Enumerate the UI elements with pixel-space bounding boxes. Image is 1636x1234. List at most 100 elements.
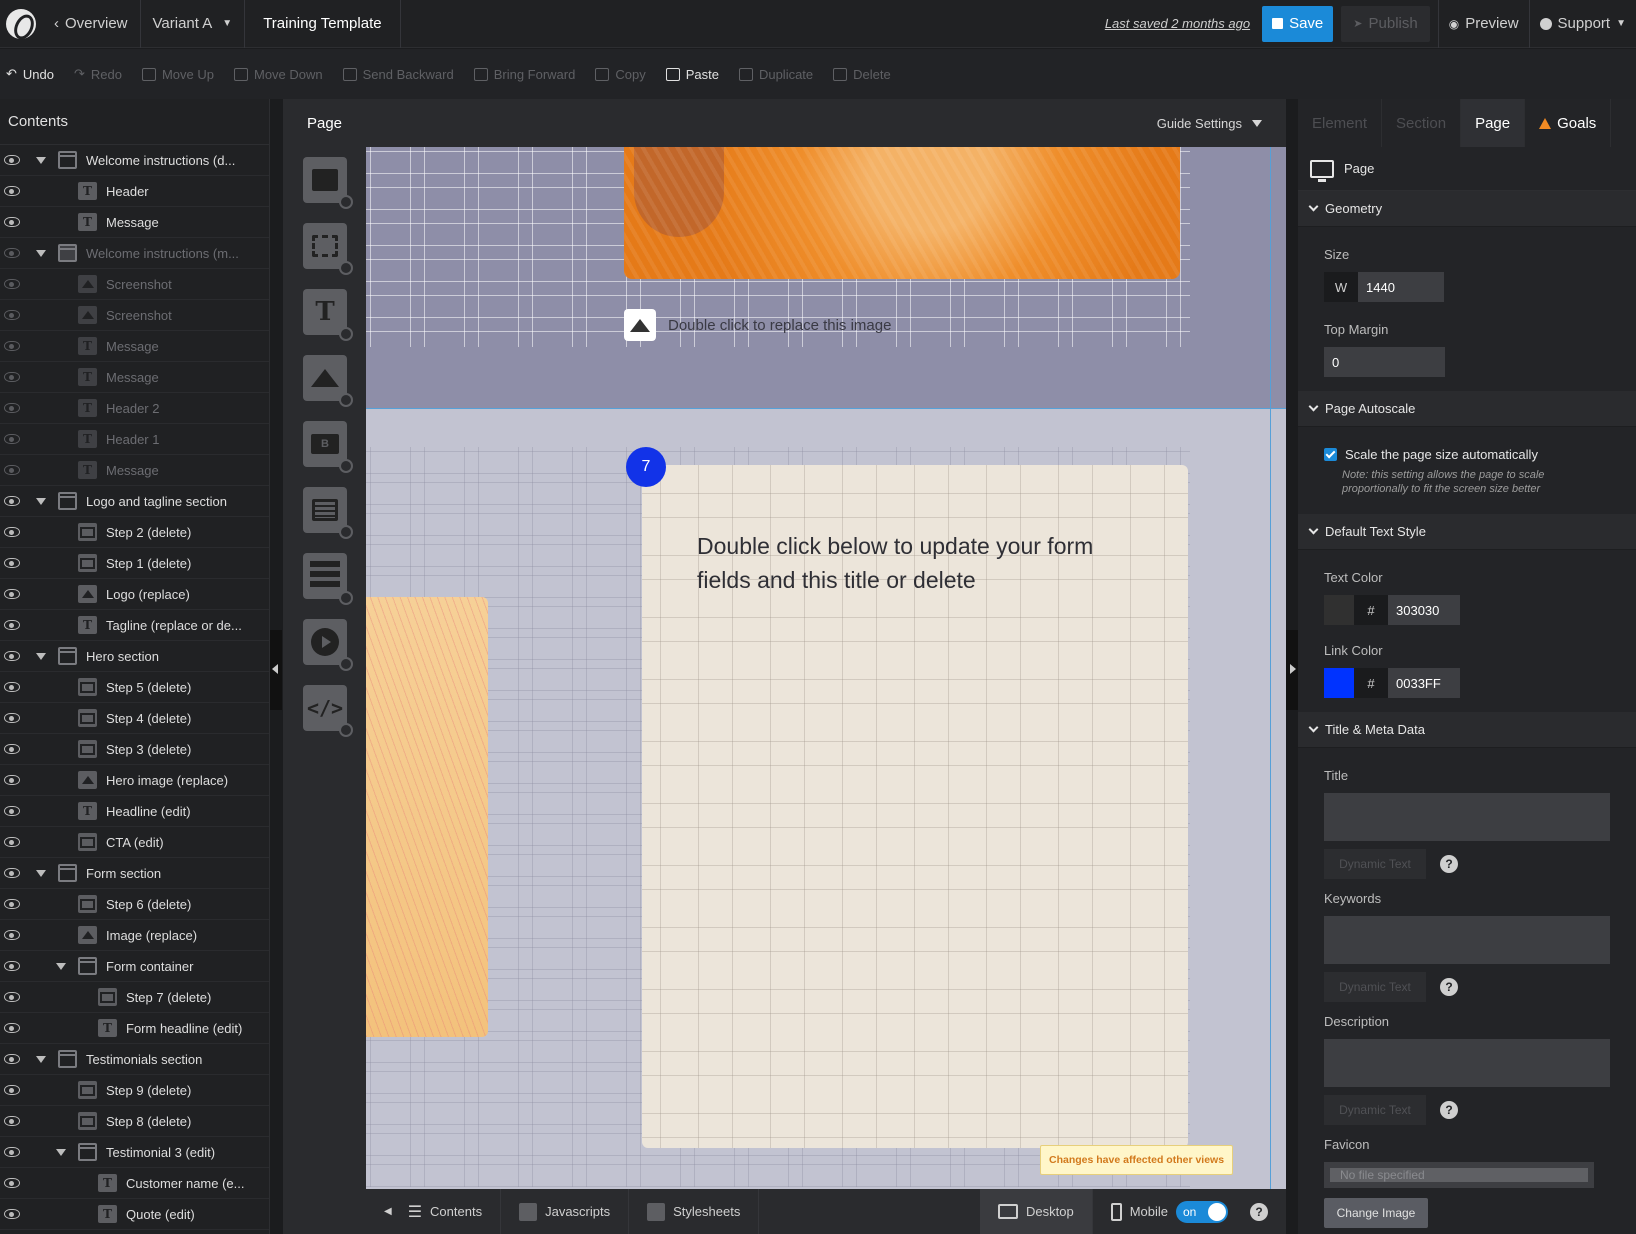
eye-icon[interactable] bbox=[4, 744, 20, 754]
eye-icon[interactable] bbox=[4, 713, 20, 723]
tree-item[interactable]: Step 5 (delete) bbox=[0, 672, 269, 703]
tree-item[interactable]: Form container bbox=[0, 951, 269, 982]
image-widget[interactable] bbox=[303, 355, 353, 407]
caret-down-icon[interactable] bbox=[56, 963, 66, 970]
tree-item[interactable]: Logo (replace) bbox=[0, 579, 269, 610]
eye-icon[interactable] bbox=[4, 496, 20, 506]
eye-icon[interactable] bbox=[4, 868, 20, 878]
caret-down-icon[interactable] bbox=[36, 157, 46, 164]
desktop-view-button[interactable]: Desktop bbox=[980, 1189, 1093, 1234]
eye-icon[interactable] bbox=[4, 465, 20, 475]
text-color-swatch[interactable] bbox=[1324, 595, 1354, 625]
eye-icon[interactable] bbox=[4, 775, 20, 785]
collapse-right-panel-handle[interactable] bbox=[1286, 630, 1298, 710]
tab-section[interactable]: Section bbox=[1382, 99, 1462, 147]
tree-item[interactable]: T Header 2 bbox=[0, 393, 269, 424]
tree-item[interactable]: Step 8 (delete) bbox=[0, 1106, 269, 1137]
eye-icon[interactable] bbox=[4, 589, 20, 599]
eye-icon[interactable] bbox=[4, 992, 20, 1002]
delete-button[interactable]: Delete bbox=[833, 67, 891, 82]
tree-item[interactable]: Step 4 (delete) bbox=[0, 703, 269, 734]
send-backward-button[interactable]: Send Backward bbox=[342, 67, 454, 82]
title-dynamic-text-button[interactable]: Dynamic Text bbox=[1324, 849, 1426, 879]
tab-page-widgets[interactable]: Page bbox=[283, 99, 366, 147]
link-color-swatch[interactable] bbox=[1324, 668, 1354, 698]
copy-button[interactable]: Copy bbox=[595, 67, 646, 82]
box-widget[interactable] bbox=[303, 223, 353, 275]
geometry-header[interactable]: Geometry bbox=[1298, 191, 1636, 227]
eye-icon[interactable] bbox=[4, 837, 20, 847]
eye-icon[interactable] bbox=[4, 620, 20, 630]
favicon-file-field[interactable]: No file specified bbox=[1324, 1162, 1594, 1188]
tree-item[interactable]: T Message bbox=[0, 455, 269, 486]
tree-item[interactable]: T Message bbox=[0, 207, 269, 238]
eye-icon[interactable] bbox=[4, 341, 20, 351]
paste-button[interactable]: Paste bbox=[665, 67, 719, 82]
javascripts-button[interactable]: Javascripts bbox=[501, 1189, 630, 1234]
support-menu[interactable]: Support ▼ bbox=[1528, 0, 1636, 48]
tree-item[interactable]: CTA (edit) bbox=[0, 827, 269, 858]
autoscale-header[interactable]: Page Autoscale bbox=[1298, 391, 1636, 427]
change-image-button[interactable]: Change Image bbox=[1324, 1198, 1428, 1228]
width-input[interactable]: 1440 bbox=[1358, 272, 1444, 302]
bottom-contents-toggle[interactable]: ◀ ☰ Contents bbox=[366, 1189, 502, 1234]
eye-icon[interactable] bbox=[4, 682, 20, 692]
tree-item[interactable]: Hero section bbox=[0, 641, 269, 672]
tree-item[interactable]: Form section bbox=[0, 858, 269, 889]
move-down-button[interactable]: Move Down bbox=[234, 67, 323, 82]
eye-icon[interactable] bbox=[4, 279, 20, 289]
text-color-field[interactable]: # 303030 bbox=[1324, 595, 1460, 625]
eye-icon[interactable] bbox=[4, 1023, 20, 1033]
tree-item[interactable]: T Message bbox=[0, 362, 269, 393]
tree-item[interactable]: T Header bbox=[0, 176, 269, 207]
publish-button[interactable]: ➤ Publish bbox=[1341, 5, 1430, 42]
duplicate-button[interactable]: Duplicate bbox=[738, 67, 813, 82]
list-widget[interactable] bbox=[303, 553, 353, 605]
eye-icon[interactable] bbox=[4, 558, 20, 568]
width-field[interactable]: W 1440 bbox=[1324, 272, 1444, 302]
eye-icon[interactable] bbox=[4, 403, 20, 413]
description-textarea[interactable] bbox=[1324, 1039, 1610, 1087]
tree-item[interactable]: Step 6 (delete) bbox=[0, 889, 269, 920]
replace-image-hint[interactable]: Double click to replace this image bbox=[624, 309, 891, 341]
eye-icon[interactable] bbox=[4, 1054, 20, 1064]
text-widget[interactable]: T bbox=[303, 289, 353, 341]
eye-icon[interactable] bbox=[4, 1085, 20, 1095]
help-icon[interactable]: ? bbox=[1440, 978, 1458, 996]
tree-item[interactable]: Testimonial 3 (edit) bbox=[0, 1137, 269, 1168]
tree-item[interactable]: Image (replace) bbox=[0, 920, 269, 951]
eye-icon[interactable] bbox=[4, 961, 20, 971]
stylesheets-button[interactable]: Stylesheets bbox=[629, 1189, 760, 1234]
eye-icon[interactable] bbox=[4, 527, 20, 537]
form-headline[interactable]: Double click below to update your form f… bbox=[697, 529, 1137, 597]
help-icon[interactable]: ? bbox=[1440, 1101, 1458, 1119]
button-widget[interactable]: B bbox=[303, 421, 353, 473]
tree-item[interactable]: Step 1 (delete) bbox=[0, 548, 269, 579]
text-style-header[interactable]: Default Text Style bbox=[1298, 514, 1636, 550]
eye-icon[interactable] bbox=[4, 1178, 20, 1188]
mobile-view-button[interactable]: Mobile on ? bbox=[1093, 1189, 1286, 1234]
eye-icon[interactable] bbox=[4, 310, 20, 320]
description-dynamic-text-button[interactable]: Dynamic Text bbox=[1324, 1095, 1426, 1125]
meta-header[interactable]: Title & Meta Data bbox=[1298, 712, 1636, 748]
caret-down-icon[interactable] bbox=[36, 653, 46, 660]
tree-item[interactable]: T Headline (edit) bbox=[0, 796, 269, 827]
caret-down-icon[interactable] bbox=[36, 498, 46, 505]
code-widget[interactable]: </> bbox=[303, 685, 353, 737]
link-color-field[interactable]: # 0033FF bbox=[1324, 668, 1460, 698]
bring-forward-button[interactable]: Bring Forward bbox=[473, 67, 575, 82]
eye-icon[interactable] bbox=[4, 186, 20, 196]
section-logo-tagline[interactable]: Double click to replace this image bbox=[366, 147, 1286, 409]
tab-element[interactable]: Element bbox=[1298, 99, 1383, 147]
form-container[interactable]: Double click below to update your form f… bbox=[642, 465, 1188, 1148]
preview-button[interactable]: ◉ Preview bbox=[1437, 0, 1529, 48]
autoscale-checkbox-row[interactable]: Scale the page size automatically bbox=[1324, 447, 1610, 462]
tab-goals[interactable]: Goals bbox=[1525, 99, 1612, 147]
top-margin-input[interactable]: 0 bbox=[1324, 347, 1445, 377]
tree-item[interactable]: T Quote (edit) bbox=[0, 1199, 269, 1230]
tree-item[interactable]: Logo and tagline section bbox=[0, 486, 269, 517]
tab-page[interactable]: Page bbox=[1461, 99, 1526, 147]
video-widget[interactable] bbox=[303, 619, 353, 671]
save-button[interactable]: Save bbox=[1262, 5, 1334, 42]
form-section-image[interactable] bbox=[366, 597, 488, 1037]
